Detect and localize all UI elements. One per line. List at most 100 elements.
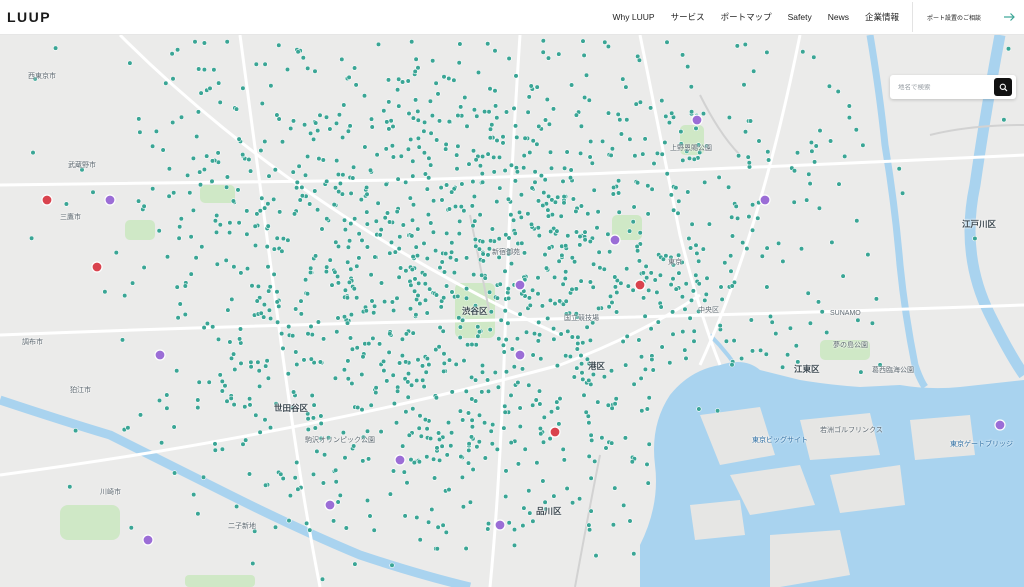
port-marker[interactable] — [141, 203, 147, 209]
port-marker[interactable] — [749, 348, 756, 354]
port-marker[interactable] — [610, 184, 617, 191]
port-marker[interactable] — [663, 113, 669, 119]
port-marker[interactable] — [322, 452, 328, 458]
port-marker[interactable] — [620, 76, 626, 82]
port-marker[interactable] — [527, 510, 533, 516]
port-marker[interactable] — [591, 187, 597, 193]
port-marker[interactable] — [404, 480, 410, 486]
port-marker[interactable] — [429, 112, 436, 119]
port-marker[interactable] — [398, 153, 404, 159]
port-marker[interactable] — [740, 240, 746, 246]
port-marker[interactable] — [475, 324, 481, 330]
port-marker[interactable] — [63, 201, 69, 207]
port-marker[interactable] — [642, 313, 648, 319]
port-marker[interactable] — [545, 213, 552, 219]
port-marker[interactable] — [693, 242, 699, 248]
port-marker[interactable] — [543, 265, 550, 271]
port-marker[interactable] — [607, 249, 613, 255]
port-marker[interactable] — [846, 114, 853, 121]
port-marker[interactable] — [808, 139, 815, 146]
port-marker[interactable] — [196, 379, 202, 385]
port-marker[interactable] — [508, 440, 514, 446]
port-marker[interactable] — [540, 202, 546, 209]
port-marker[interactable] — [578, 123, 585, 129]
port-marker[interactable] — [470, 148, 477, 154]
port-marker[interactable] — [632, 153, 638, 159]
port-marker[interactable] — [569, 334, 575, 340]
port-marker[interactable] — [352, 65, 358, 71]
port-marker[interactable] — [645, 211, 651, 217]
port-marker[interactable] — [417, 301, 423, 307]
nav-item-service[interactable]: サービス — [671, 11, 705, 23]
port-marker[interactable] — [624, 117, 630, 123]
port-marker[interactable] — [547, 297, 554, 304]
port-marker[interactable] — [311, 136, 317, 142]
port-marker[interactable] — [351, 286, 357, 292]
port-marker[interactable] — [345, 259, 351, 265]
port-marker[interactable] — [511, 527, 518, 533]
port-marker[interactable] — [540, 478, 546, 484]
port-marker[interactable] — [500, 140, 506, 146]
port-marker[interactable] — [459, 181, 465, 187]
port-marker[interactable] — [535, 198, 542, 204]
port-marker[interactable] — [451, 77, 457, 83]
port-marker[interactable] — [266, 307, 273, 313]
port-marker[interactable] — [551, 274, 558, 280]
port-marker[interactable] — [793, 343, 799, 349]
port-marker[interactable] — [659, 97, 665, 104]
port-marker[interactable] — [459, 474, 466, 481]
port-marker[interactable] — [279, 139, 286, 145]
port-marker[interactable] — [416, 144, 422, 150]
port-marker[interactable] — [323, 269, 330, 275]
port-marker[interactable] — [248, 359, 254, 365]
port-marker[interactable] — [399, 353, 406, 359]
port-marker[interactable] — [791, 199, 797, 205]
port-marker[interactable] — [568, 167, 574, 173]
port-marker[interactable] — [728, 253, 734, 259]
port-marker[interactable] — [503, 493, 509, 500]
port-marker[interactable] — [664, 171, 670, 177]
port-marker[interactable] — [211, 67, 217, 73]
port-marker[interactable] — [496, 236, 502, 242]
port-marker[interactable] — [811, 159, 818, 165]
port-marker[interactable] — [274, 112, 280, 118]
port-marker[interactable] — [30, 149, 36, 156]
port-marker[interactable] — [371, 310, 377, 316]
port-marker[interactable] — [454, 152, 460, 158]
port-marker[interactable] — [263, 482, 269, 488]
port-marker[interactable] — [449, 389, 455, 395]
port-marker[interactable] — [474, 113, 480, 119]
port-marker[interactable] — [725, 184, 732, 190]
port-marker[interactable] — [556, 51, 562, 57]
port-marker[interactable] — [480, 258, 486, 264]
port-marker[interactable] — [463, 295, 470, 301]
port-marker[interactable] — [545, 315, 551, 322]
port-marker[interactable] — [807, 320, 814, 326]
port-marker[interactable] — [460, 504, 467, 510]
port-marker[interactable] — [560, 281, 566, 287]
port-marker[interactable] — [440, 522, 446, 528]
port-marker[interactable] — [426, 519, 432, 525]
port-marker[interactable] — [569, 286, 575, 292]
port-marker[interactable] — [177, 301, 183, 307]
port-marker[interactable] — [509, 346, 515, 352]
port-marker[interactable] — [575, 334, 581, 340]
port-marker[interactable] — [525, 211, 531, 217]
port-marker[interactable] — [741, 82, 747, 88]
port-marker[interactable] — [52, 45, 59, 51]
port-marker[interactable] — [508, 162, 515, 168]
port-marker[interactable] — [640, 151, 646, 157]
port-marker[interactable] — [436, 118, 443, 124]
port-marker[interactable] — [234, 503, 240, 510]
port-marker[interactable] — [587, 238, 593, 245]
port-marker[interactable] — [673, 286, 679, 292]
port-marker[interactable] — [372, 254, 378, 260]
port-marker[interactable] — [428, 220, 434, 226]
port-marker[interactable] — [667, 360, 673, 366]
port-marker[interactable] — [434, 546, 440, 552]
port-marker[interactable] — [366, 456, 372, 462]
port-marker[interactable] — [177, 224, 183, 230]
port-marker[interactable] — [500, 342, 507, 348]
port-marker[interactable] — [332, 375, 339, 381]
port-marker[interactable] — [423, 369, 429, 375]
